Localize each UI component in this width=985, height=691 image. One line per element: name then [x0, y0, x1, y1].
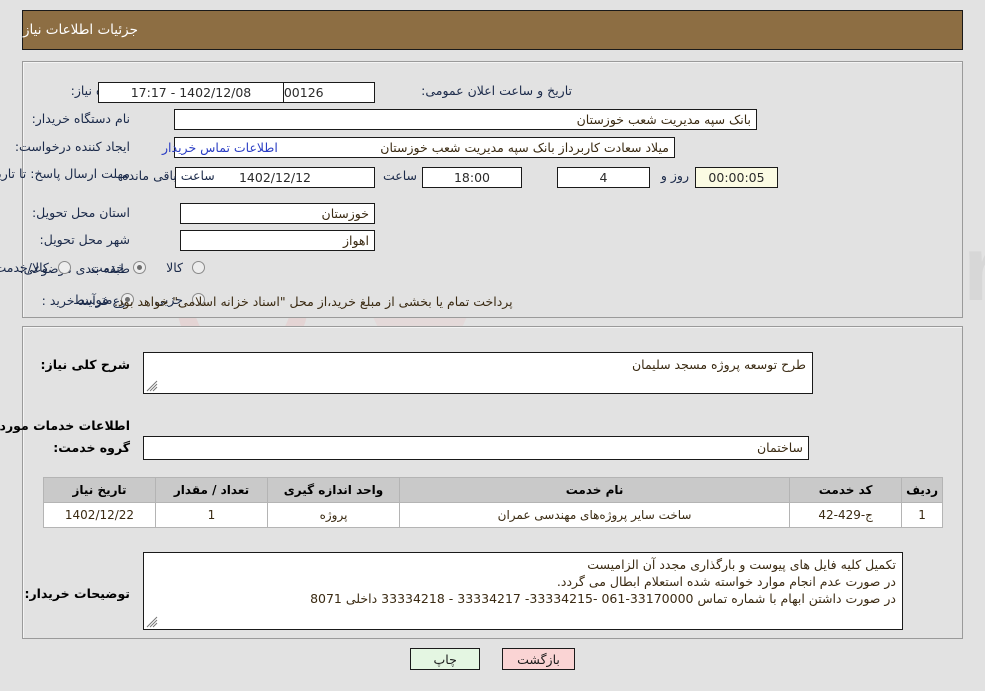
buyer-org-value: بانک سپه مدیریت شعب خوزستان — [174, 109, 757, 130]
table-header-cell-1: کد خدمت — [789, 477, 903, 503]
need-details-page: AriaTender.net جزئیات اطلاعات نیاز شماره… — [0, 0, 985, 691]
process-note-text: پرداخت تمام یا بخشی از مبلغ خرید،از محل … — [114, 294, 513, 309]
buyer-contact-link[interactable]: اطلاعات تماس خریدار — [162, 140, 278, 155]
resize-grip-icon[interactable] — [146, 616, 158, 628]
category-radio-label-0[interactable]: کالا — [166, 260, 183, 275]
deadline-hour-label: ساعت — [382, 168, 417, 183]
city-label-wrap: شهر محل تحویل: — [40, 232, 130, 247]
countdown-value: 00:00:05 — [695, 167, 778, 188]
deadline-hour-value: 18:00 — [422, 167, 522, 188]
public-announce-label-wrap: تاریخ و ساعت اعلان عمومی: — [421, 83, 572, 98]
buyer-contact-link-wrap[interactable]: اطلاعات تماس خریدار — [162, 140, 278, 155]
service-group-label-wrap: گروه خدمت: — [53, 440, 130, 455]
category-radio-1[interactable] — [133, 261, 147, 274]
buyer-notes-line-1: تکمیل کلیه فایل های پیوست و بارگذاری مجد… — [587, 557, 896, 572]
window-title-bar: جزئیات اطلاعات نیاز — [22, 10, 963, 50]
description-value: طرح توسعه پروژه مسجد سلیمان — [631, 357, 806, 372]
buyer-notes-line-2: در صورت عدم انجام موارد خواسته شده استعل… — [556, 574, 896, 589]
category-radio-label-1[interactable]: خدمت — [91, 260, 124, 275]
description-label-wrap: شرح کلی نیاز: — [41, 357, 130, 372]
services-heading-wrap: اطلاعات خدمات مورد نیاز — [0, 418, 130, 433]
public-announce-label: تاریخ و ساعت اعلان عمومی: — [421, 83, 572, 98]
table-cell-quantity: 1 — [155, 502, 268, 528]
process-radio-label-1[interactable]: متوسط — [73, 292, 112, 307]
process-note-wrap: پرداخت تمام یا بخشی از مبلغ خرید،از محل … — [114, 294, 513, 309]
requester-label: ایجاد کننده درخواست: — [14, 139, 130, 154]
countdown-suffix-wrap: ساعت باقی مانده — [122, 168, 215, 183]
services-table: ردیف کد خدمت نام خدمت واحد اندازه گیری تعداد… — [43, 477, 943, 528]
description-label: شرح کلی نیاز: — [40, 357, 130, 372]
service-group-label: گروه خدمت: — [53, 440, 130, 455]
table-cell-unit: پروژه — [267, 502, 400, 528]
page-title: جزئیات اطلاعات نیاز — [23, 22, 138, 38]
city-value: اهواز — [180, 230, 375, 251]
description-textarea[interactable]: طرح توسعه پروژه مسجد سلیمان — [143, 352, 813, 394]
table-header-cell-4: تعداد / مقدار — [155, 477, 268, 503]
table-cell-row-no: 1 — [901, 502, 943, 528]
buyer-org-label-wrap: نام دستگاه خریدار: — [32, 111, 130, 126]
table-row: 1 ج-429-42 ساخت سایر پروژه‌های مهندسی عمرا… — [43, 502, 943, 528]
table-header-cell-5: تاریخ نیاز — [43, 477, 156, 503]
table-cell-service-code: ج-429-42 — [789, 502, 903, 528]
buyer-org-label: نام دستگاه خریدار: — [31, 111, 130, 126]
back-button[interactable]: بازگشت — [502, 648, 575, 670]
public-announce-value: 1402/12/08 - 17:17 — [98, 82, 284, 103]
table-header-row: ردیف کد خدمت نام خدمت واحد اندازه گیری تعداد… — [43, 477, 943, 503]
table-cell-service-name: ساخت سایر پروژه‌های مهندسی عمران — [398, 502, 791, 528]
category-radio-0[interactable] — [192, 261, 205, 274]
table-header-cell-0: ردیف — [901, 477, 943, 503]
buyer-notes-label-wrap: توضیحات خریدار: — [24, 586, 130, 601]
countdown-suffix-label: ساعت باقی مانده — [122, 168, 215, 183]
buyer-notes-textarea[interactable]: تکمیل کلیه فایل های پیوست و بارگذاری مجد… — [143, 552, 903, 630]
deadline-label: مهلت ارسال پاسخ: تا تاریخ: — [0, 166, 130, 181]
table-header-cell-3: واحد اندازه گیری — [267, 477, 400, 503]
deadline-hour-label-wrap: ساعت — [383, 168, 417, 183]
table-cell-need-date: 1402/12/22 — [43, 502, 156, 528]
deadline-label-wrap: مهلت ارسال پاسخ: تا تاریخ: — [0, 165, 130, 181]
service-group-value: ساختمان — [143, 436, 809, 460]
category-radio-group[interactable]: کالا خدمت کالا/خدمت — [0, 260, 205, 275]
resize-grip-icon[interactable] — [146, 380, 158, 392]
services-heading: اطلاعات خدمات مورد نیاز — [0, 418, 130, 433]
days-separator-label: روز و — [660, 168, 689, 183]
category-radio-2[interactable] — [57, 261, 71, 274]
table-header-cell-2: نام خدمت — [398, 477, 791, 503]
province-value: خوزستان — [180, 203, 375, 224]
remaining-days-value: 4 — [557, 167, 650, 188]
days-separator-label-wrap: روز و — [661, 168, 689, 183]
print-button[interactable]: چاپ — [410, 648, 481, 670]
city-label: شهر محل تحویل: — [39, 232, 130, 247]
buyer-notes-label: توضیحات خریدار: — [24, 586, 130, 601]
province-label-wrap: استان محل تحویل: — [32, 205, 130, 220]
category-radio-label-2[interactable]: کالا/خدمت — [0, 260, 49, 275]
province-label: استان محل تحویل: — [31, 205, 130, 220]
action-button-bar: بازگشت چاپ — [0, 648, 985, 670]
buyer-notes-line-3: در صورت داشتن ابهام با شماره تماس 331700… — [310, 591, 896, 606]
requester-label-wrap: ایجاد کننده درخواست: — [15, 139, 130, 154]
